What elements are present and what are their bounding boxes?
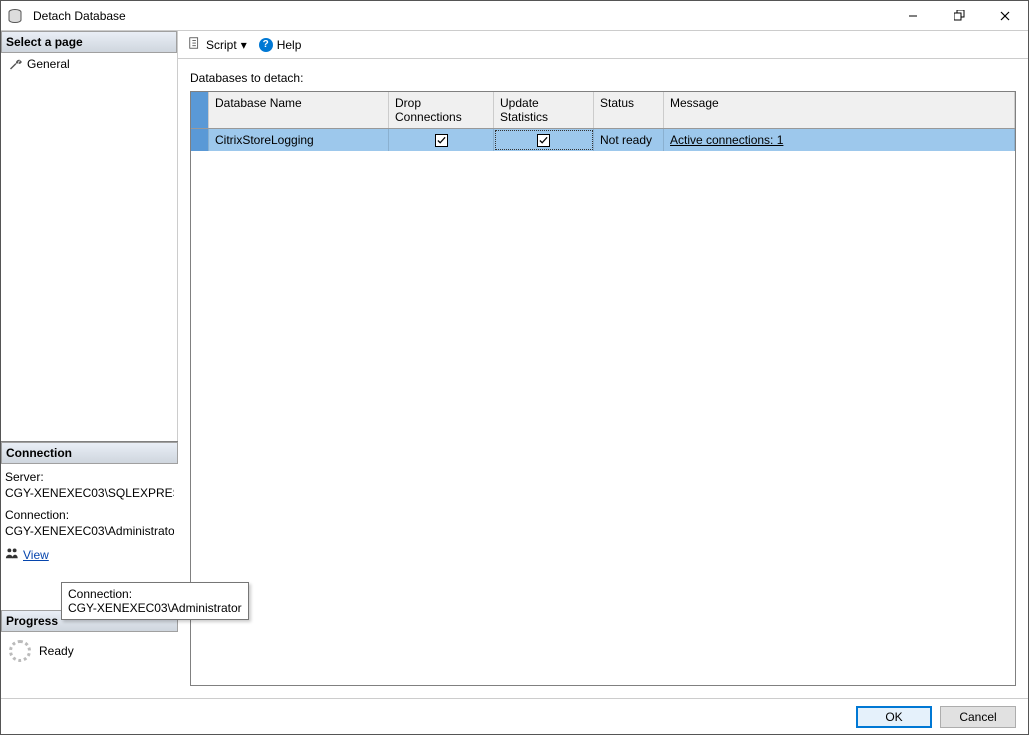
- maximize-button[interactable]: [936, 1, 982, 31]
- server-value: CGY-XENEXEC03\SQLEXPRESS: [5, 486, 174, 500]
- help-button[interactable]: ? Help: [255, 36, 306, 54]
- col-database-name[interactable]: Database Name: [209, 92, 389, 128]
- cell-db-name: CitrixStoreLogging: [209, 129, 389, 151]
- select-page-header: Select a page: [1, 31, 177, 53]
- minimize-button[interactable]: [890, 1, 936, 31]
- connection-tooltip: Connection: CGY-XENEXEC03\Administrator: [61, 582, 249, 620]
- help-icon: ?: [259, 38, 273, 52]
- databases-grid: Database Name Drop Connections Update St…: [190, 91, 1016, 686]
- dropdown-arrow-icon: ▾: [241, 38, 247, 52]
- window-title: Detach Database: [29, 9, 890, 23]
- grid-header: Database Name Drop Connections Update St…: [191, 92, 1015, 129]
- toolbar: Script ▾ ? Help: [178, 31, 1028, 59]
- table-row[interactable]: CitrixStoreLogging Not ready Active conn…: [191, 129, 1015, 151]
- col-status[interactable]: Status: [594, 92, 664, 128]
- database-icon: [7, 8, 23, 24]
- titlebar: Detach Database: [1, 1, 1028, 31]
- script-icon: [188, 36, 202, 53]
- script-button[interactable]: Script ▾: [184, 34, 251, 55]
- users-icon: [5, 546, 19, 563]
- server-label: Server:: [5, 470, 174, 484]
- view-connection-link[interactable]: View: [23, 548, 49, 562]
- cell-status: Not ready: [594, 129, 664, 151]
- close-button[interactable]: [982, 1, 1028, 31]
- ok-button[interactable]: OK: [856, 706, 932, 728]
- sidebar-item-label: General: [27, 57, 70, 71]
- wrench-icon: [7, 56, 23, 72]
- col-drop-connections[interactable]: Drop Connections: [389, 92, 494, 128]
- sidebar-item-general[interactable]: General: [1, 53, 177, 75]
- connection-label: Connection:: [5, 508, 174, 522]
- table-label: Databases to detach:: [190, 71, 1016, 85]
- update-statistics-checkbox[interactable]: [537, 134, 550, 147]
- progress-spinner-icon: [9, 640, 31, 662]
- connection-value: CGY-XENEXEC03\Administrator: [5, 524, 174, 538]
- cancel-button[interactable]: Cancel: [940, 706, 1016, 728]
- connection-header: Connection: [1, 442, 178, 464]
- col-message[interactable]: Message: [664, 92, 1015, 128]
- cell-message-link[interactable]: Active connections: 1: [670, 133, 783, 147]
- drop-connections-checkbox[interactable]: [435, 134, 448, 147]
- col-update-statistics[interactable]: Update Statistics: [494, 92, 594, 128]
- progress-status: Ready: [39, 644, 74, 658]
